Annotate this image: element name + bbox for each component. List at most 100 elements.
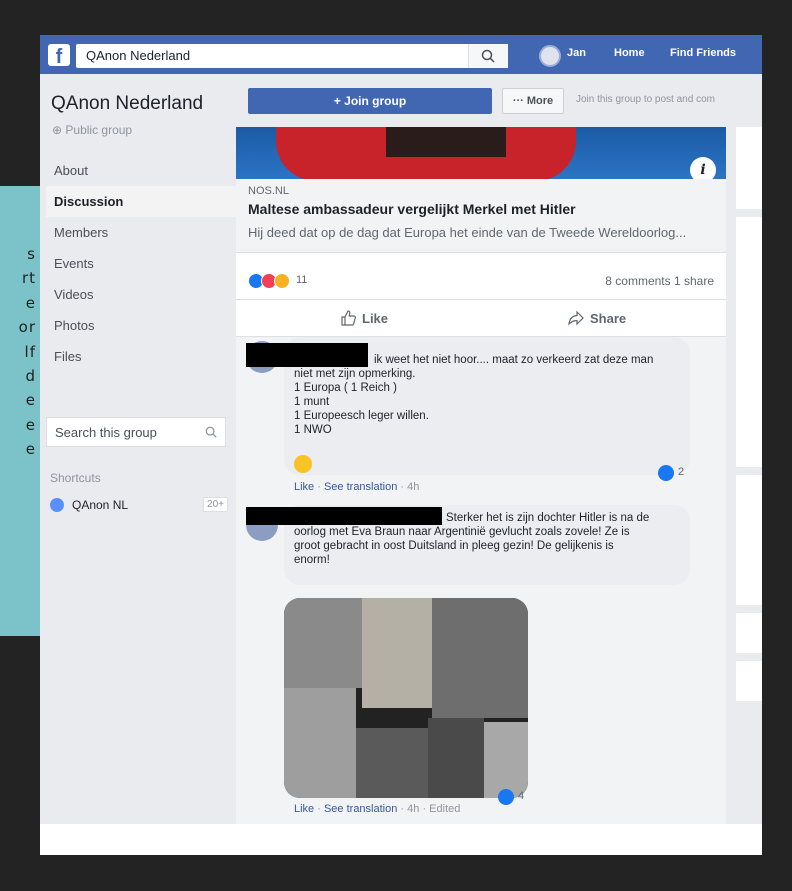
comment-like-link[interactable]: Like bbox=[294, 803, 314, 815]
photo-tile bbox=[428, 718, 484, 798]
nav-videos[interactable]: Videos bbox=[46, 279, 236, 310]
share-label: Share bbox=[590, 311, 627, 326]
top-navigation-bar: f QAnon Nederland Jan Home Find Friends bbox=[40, 35, 762, 74]
comment-text-line: 1 munt bbox=[294, 396, 330, 408]
right-column bbox=[726, 127, 762, 827]
comment-like-link[interactable]: Like bbox=[294, 481, 314, 493]
user-avatar[interactable] bbox=[539, 45, 561, 67]
comment-text-line: Sterker het is zijn dochter Hitler is na… bbox=[446, 512, 650, 524]
search-value[interactable]: QAnon Nederland bbox=[86, 48, 190, 63]
nav-photos[interactable]: Photos bbox=[46, 310, 236, 341]
see-translation-link[interactable]: See translation bbox=[324, 481, 397, 493]
photo-tile bbox=[356, 728, 428, 798]
nav-members[interactable]: Members bbox=[46, 217, 236, 248]
nav-discussion[interactable]: Discussion bbox=[46, 186, 236, 217]
link-preview-image[interactable]: i bbox=[236, 127, 726, 179]
profile-link[interactable]: Jan bbox=[567, 47, 586, 59]
nav-about[interactable]: About bbox=[46, 155, 236, 186]
comment-reaction-count: 2 bbox=[678, 466, 685, 478]
link-preview[interactable]: NOS.NL Maltese ambassadeur vergelijkt Me… bbox=[236, 179, 726, 253]
shortcuts-heading: Shortcuts bbox=[50, 471, 101, 485]
link-title[interactable]: Maltese ambassadeur vergelijkt Merkel me… bbox=[248, 201, 576, 217]
haha-reaction-icon bbox=[274, 273, 290, 289]
home-link[interactable]: Home bbox=[614, 47, 645, 59]
caption-line: d bbox=[25, 367, 36, 386]
caption-line: e bbox=[25, 440, 36, 459]
right-card bbox=[736, 613, 762, 653]
shortcut-item[interactable]: QAnon NL 20+ bbox=[50, 496, 228, 514]
caption-line: or bbox=[18, 318, 36, 337]
side-caption-text: s rt e or lf d e e e bbox=[19, 242, 36, 462]
caption-line: rt bbox=[21, 269, 36, 288]
caption-line: s bbox=[27, 245, 36, 263]
redacted-name bbox=[246, 507, 442, 525]
comments-section: ik weet het niet hoor.... maat zo verkee… bbox=[236, 337, 726, 827]
global-search-input[interactable]: QAnon Nederland bbox=[76, 44, 508, 68]
shortcut-name[interactable]: QAnon NL bbox=[72, 498, 128, 512]
comment-meta: Like · See translation · 4h bbox=[294, 481, 420, 493]
caption-line: e bbox=[25, 293, 36, 312]
more-button[interactable]: ··· More bbox=[502, 88, 564, 114]
right-card bbox=[736, 661, 762, 701]
search-button[interactable] bbox=[468, 44, 508, 68]
right-card bbox=[736, 127, 762, 209]
photo-tile bbox=[432, 598, 528, 718]
nav-files[interactable]: Files bbox=[46, 341, 236, 372]
group-type-label: Public group bbox=[65, 123, 133, 137]
search-icon bbox=[205, 426, 217, 438]
screenshot-bottom-margin bbox=[40, 824, 762, 855]
caption-line: lf bbox=[24, 342, 36, 361]
share-icon bbox=[568, 310, 584, 326]
comment-text-line: niet met zijn opmerking. bbox=[294, 368, 416, 380]
group-privacy: ⊕ Public group bbox=[52, 123, 132, 137]
photo-tile bbox=[284, 598, 362, 688]
comment-text-line: enorm! bbox=[294, 554, 330, 566]
side-caption: s rt e or lf d e e e bbox=[0, 186, 40, 636]
group-icon bbox=[50, 498, 64, 512]
like-reaction-icon bbox=[498, 789, 514, 805]
comment-text-line: oorlog met Eva Braun naar Argentinië gev… bbox=[294, 526, 630, 538]
right-card bbox=[736, 217, 762, 467]
edited-label[interactable]: Edited bbox=[429, 803, 460, 815]
group-sidebar: QAnon Nederland ⊕ Public group About Dis… bbox=[46, 75, 236, 825]
photo-tile bbox=[362, 598, 432, 708]
comment-time[interactable]: 4h bbox=[407, 481, 419, 493]
group-search-input[interactable]: Search this group bbox=[46, 417, 226, 447]
facebook-screenshot: f QAnon Nederland Jan Home Find Friends … bbox=[40, 35, 762, 855]
redacted-name bbox=[246, 343, 368, 367]
search-icon bbox=[481, 49, 495, 63]
join-hint: Join this group to post and com bbox=[576, 94, 715, 105]
comment-meta: Like · See translation · 4h · Edited bbox=[294, 803, 461, 815]
comment-photo-collage[interactable] bbox=[284, 598, 528, 798]
join-group-button[interactable]: + Join group bbox=[248, 88, 492, 114]
shortcut-badge: 20+ bbox=[203, 497, 228, 512]
reaction-count[interactable]: 11 bbox=[296, 274, 307, 286]
post-actions: Like Share bbox=[236, 299, 726, 337]
post-card: i NOS.NL Maltese ambassadeur vergelijkt … bbox=[236, 127, 726, 827]
comments-shares-count[interactable]: 8 comments 1 share bbox=[605, 274, 714, 288]
right-card bbox=[736, 475, 762, 605]
comment-text-line: ik weet het niet hoor.... maat zo verkee… bbox=[374, 354, 654, 366]
thumbs-up-icon bbox=[341, 310, 356, 326]
like-reaction-icon bbox=[658, 465, 674, 481]
group-nav: About Discussion Members Events Videos P… bbox=[46, 155, 236, 372]
facebook-logo-icon[interactable]: f bbox=[48, 44, 70, 68]
share-button[interactable]: Share bbox=[568, 310, 626, 326]
thinking-emoji-icon bbox=[294, 455, 312, 473]
group-search-placeholder[interactable]: Search this group bbox=[55, 425, 157, 440]
comment-time[interactable]: 4h bbox=[407, 803, 419, 815]
caption-line: e bbox=[25, 415, 36, 434]
comment-text-line: groot gebracht in oost Duitsland in plee… bbox=[294, 540, 614, 552]
group-action-bar: + Join group ··· More Join this group to… bbox=[236, 80, 762, 120]
nav-events[interactable]: Events bbox=[46, 248, 236, 279]
info-icon[interactable]: i bbox=[690, 157, 716, 179]
group-title[interactable]: QAnon Nederland bbox=[51, 93, 203, 115]
see-translation-link[interactable]: See translation bbox=[324, 803, 397, 815]
find-friends-link[interactable]: Find Friends bbox=[670, 47, 736, 59]
image-detail bbox=[386, 127, 506, 157]
comment-text-line: 1 Europa ( 1 Reich ) bbox=[294, 382, 397, 394]
comment-text-line: 1 Europeesch leger willen. bbox=[294, 410, 429, 422]
photo-tile bbox=[484, 722, 528, 798]
link-description: Hij deed dat op de dag dat Europa het ei… bbox=[248, 225, 687, 240]
like-button[interactable]: Like bbox=[340, 310, 388, 326]
